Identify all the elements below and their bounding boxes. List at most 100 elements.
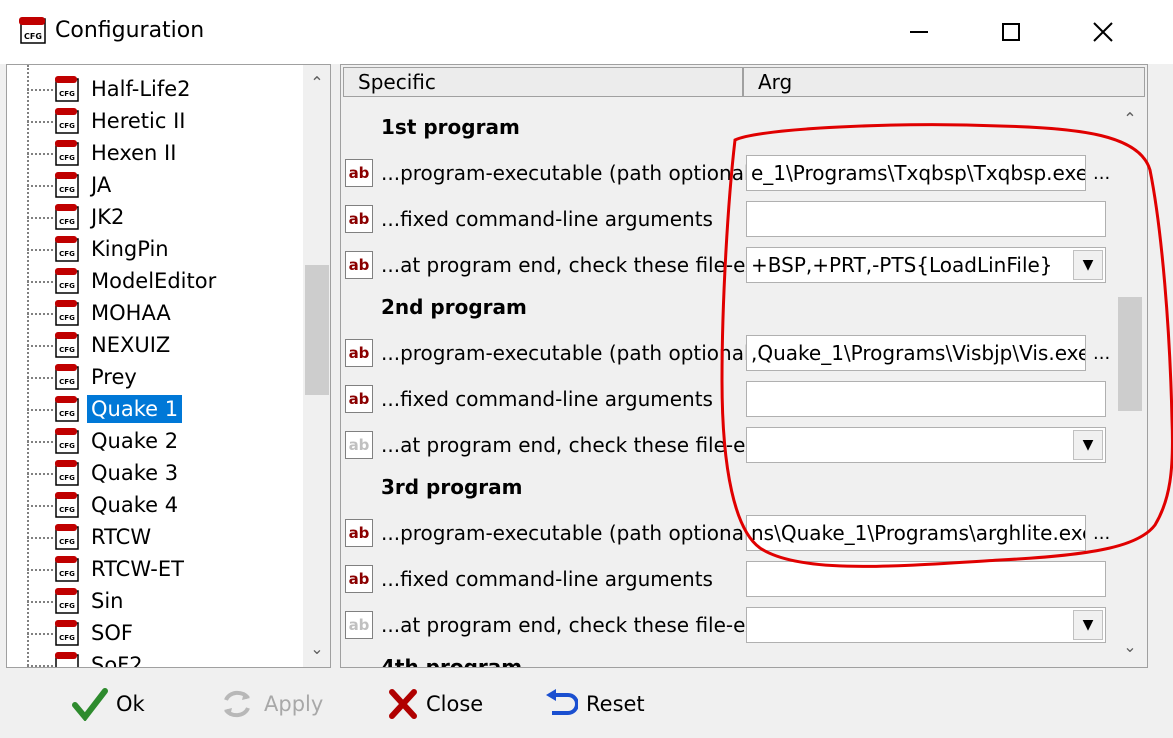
dropdown-arrow-icon[interactable]: ▼ <box>1073 430 1103 460</box>
scroll-down-icon[interactable]: ⌄ <box>303 639 330 658</box>
tree-item[interactable]: CFG RTCW <box>7 521 303 553</box>
cfg-file-icon: CFG <box>55 556 79 582</box>
apply-button[interactable]: Apply <box>218 684 323 724</box>
tree-item[interactable]: CFG SOF <box>7 617 303 649</box>
tree-item[interactable]: CFG MOHAA <box>7 297 303 329</box>
executable-path-field[interactable]: ns\Quake_1\Programs\arghlite.exe <box>746 515 1086 551</box>
tree-scroll-thumb[interactable] <box>305 265 329 395</box>
arguments-field[interactable] <box>746 381 1106 417</box>
tree-item[interactable]: CFG Quake 4 <box>7 489 303 521</box>
tree-item-label: ModelEditor <box>91 269 217 293</box>
tree-item[interactable]: CFG NEXUIZ <box>7 329 303 361</box>
tree-item[interactable]: CFG Sin <box>7 585 303 617</box>
ok-button[interactable]: Ok <box>72 684 145 724</box>
property-label: ...at program end, check these file-ext <box>381 253 765 277</box>
arguments-field[interactable] <box>746 201 1106 237</box>
close-window-button[interactable] <box>1057 0 1149 64</box>
cfg-file-icon: CFG <box>55 588 79 614</box>
close-icon <box>1093 22 1113 42</box>
game-tree[interactable]: ⌃ ⌄ CFG Half-Life2 CFG Heretic II CFG Hexen I… <box>6 64 331 668</box>
tree-item[interactable]: CFG Prey <box>7 361 303 393</box>
svg-text:CFG: CFG <box>59 346 75 354</box>
property-label: ...program-executable (path optional) <box>381 161 758 185</box>
apply-label: Apply <box>264 692 324 716</box>
file-ext-dropdown[interactable]: +BSP,+PRT,-PTS{LoadLinFile} ▼ <box>746 247 1106 283</box>
cfg-file-icon: CFG <box>55 460 79 486</box>
scroll-up-icon[interactable]: ⌃ <box>303 73 330 92</box>
tree-connector <box>27 217 53 219</box>
tree-item-label: SoF2 <box>91 653 143 668</box>
maximize-button[interactable] <box>965 0 1057 64</box>
svg-text:CFG: CFG <box>59 602 75 610</box>
cfg-file-icon: CFG <box>55 172 79 198</box>
svg-text:CFG: CFG <box>59 442 75 450</box>
arguments-field[interactable] <box>746 561 1106 597</box>
cfg-file-icon: CFG <box>55 364 79 390</box>
tree-connector <box>27 665 53 667</box>
tree-item[interactable]: CFG Hexen II <box>7 137 303 169</box>
tree-item-label: MOHAA <box>91 301 171 325</box>
cfg-file-icon: CFG <box>55 236 79 262</box>
tree-item[interactable]: CFG KingPin <box>7 233 303 265</box>
column-header-arg[interactable]: Arg <box>743 67 1145 97</box>
svg-text:CFG: CFG <box>59 378 75 386</box>
tree-item[interactable]: CFG SoF2 <box>7 649 303 668</box>
tree-item[interactable]: CFG Half-Life2 <box>7 73 303 105</box>
tree-item-label: KingPin <box>91 237 169 261</box>
tree-item[interactable]: CFG RTCW-ET <box>7 553 303 585</box>
tree-connector <box>27 537 53 539</box>
scroll-up-icon[interactable]: ⌃ <box>1116 109 1144 128</box>
tree-connector <box>27 153 53 155</box>
tree-item[interactable]: CFG Quake 2 <box>7 425 303 457</box>
browse-button[interactable]: ... <box>1093 343 1110 364</box>
property-label: ...program-executable (path optional) <box>381 341 758 365</box>
grid-scrollbar[interactable]: ⌃ ⌄ <box>1115 101 1145 667</box>
checkmark-icon <box>72 688 108 721</box>
text-property-icon: ab <box>345 205 373 233</box>
tree-item[interactable]: CFG Quake 1 <box>7 393 303 425</box>
section-heading: 4th program <box>381 655 523 668</box>
property-label: ...at program end, check these file-ext <box>381 613 765 637</box>
property-label: ...program-executable (path optional) <box>381 521 758 545</box>
ok-label: Ok <box>116 692 145 716</box>
grid-scroll-thumb[interactable] <box>1118 297 1142 411</box>
dropdown-arrow-icon[interactable]: ▼ <box>1073 250 1103 280</box>
section-heading: 3rd program <box>381 475 523 499</box>
refresh-icon <box>224 690 250 718</box>
tree-item-label: Quake 4 <box>91 493 179 517</box>
reset-button[interactable]: Reset <box>544 684 645 724</box>
tree-item[interactable]: CFG JK2 <box>7 201 303 233</box>
tree-scrollbar[interactable]: ⌃ ⌄ <box>303 65 330 667</box>
browse-button[interactable]: ... <box>1093 163 1110 184</box>
scroll-down-icon[interactable]: ⌄ <box>1116 637 1144 656</box>
field-value: ,Quake_1\Programs\Visbjp\Vis.exe <box>751 341 1086 365</box>
tree-item-label: Quake 2 <box>91 429 179 453</box>
tree-item[interactable]: CFG Quake 3 <box>7 457 303 489</box>
tree-item-label: JA <box>91 173 112 197</box>
column-header-specific[interactable]: Specific <box>343 67 743 97</box>
maximize-icon <box>1002 23 1020 41</box>
svg-text:CFG: CFG <box>59 474 75 482</box>
svg-text:CFG: CFG <box>59 90 75 98</box>
minimize-button[interactable] <box>873 0 965 64</box>
text-property-icon: ab <box>345 251 373 279</box>
close-button[interactable]: Close <box>388 684 483 724</box>
tree-item[interactable]: CFG Heretic II <box>7 105 303 137</box>
file-ext-dropdown[interactable]: ▼ <box>746 607 1106 643</box>
dropdown-arrow-icon[interactable]: ▼ <box>1073 610 1103 640</box>
cfg-file-icon: CFG <box>55 300 79 326</box>
file-ext-dropdown[interactable]: ▼ <box>746 427 1106 463</box>
executable-path-field[interactable]: ,Quake_1\Programs\Visbjp\Vis.exe <box>746 335 1086 371</box>
title-bar: CFG Configuration <box>0 0 1173 64</box>
executable-path-field[interactable]: e_1\Programs\Txqbsp\Txqbsp.exe <box>746 155 1086 191</box>
cfg-file-icon: CFG <box>55 268 79 294</box>
text-property-icon: ab <box>345 611 373 639</box>
cfg-file-icon: CFG <box>55 204 79 230</box>
tree-item-label: NEXUIZ <box>91 333 171 357</box>
field-value: e_1\Programs\Txqbsp\Txqbsp.exe <box>751 161 1086 185</box>
tree-item[interactable]: CFG ModelEditor <box>7 265 303 297</box>
tree-connector <box>27 249 53 251</box>
browse-button[interactable]: ... <box>1093 523 1110 544</box>
text-property-icon: ab <box>345 565 373 593</box>
tree-item[interactable]: CFG JA <box>7 169 303 201</box>
